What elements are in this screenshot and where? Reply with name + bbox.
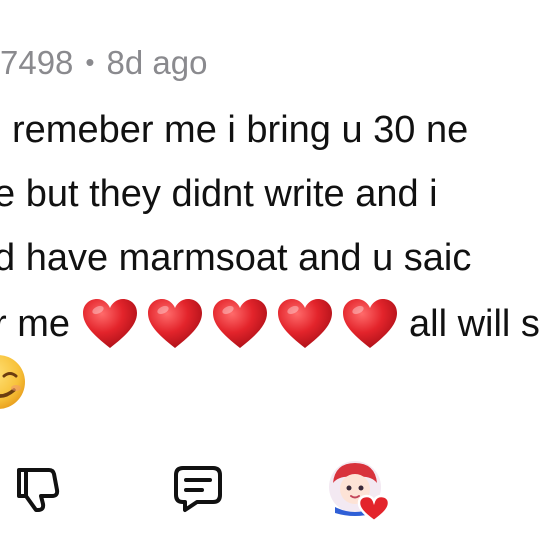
username[interactable]: 7498: [0, 44, 73, 81]
comment-line: d have marmsoat and u saic: [0, 237, 472, 279]
comment-line: e but they didnt write and i: [0, 173, 438, 215]
heart-emoji: [278, 299, 332, 348]
thumbs-down-icon: [17, 468, 60, 512]
comment-actions: [0, 455, 560, 525]
reply-button[interactable]: [166, 457, 230, 521]
comment-line: remeber me i bring u 30 ne: [12, 109, 469, 151]
meta-separator: •: [85, 47, 95, 77]
comment-line-with-hearts: r me all will s: [0, 292, 540, 370]
comment-screen: 7498 • 8d ago remeber me i bring u 30 ne e…: [0, 0, 560, 560]
heart-emoji: [213, 299, 267, 348]
heart-emoji-run: [82, 298, 407, 370]
creator-avatar: [329, 461, 391, 523]
smiling-face-emoji: [0, 355, 25, 409]
heart-emoji: [343, 299, 397, 348]
comment-line-start: r me: [0, 303, 70, 345]
timestamp: 8d ago: [106, 44, 208, 81]
dislike-button[interactable]: [4, 455, 68, 519]
creator-heart-badge: [325, 457, 399, 523]
heart-emoji: [83, 299, 137, 348]
comment-icon: [174, 466, 222, 512]
comment-meta: 7498 • 8d ago: [0, 40, 207, 85]
comment-line-end: all will s: [409, 303, 540, 345]
heart-emoji: [148, 299, 202, 348]
